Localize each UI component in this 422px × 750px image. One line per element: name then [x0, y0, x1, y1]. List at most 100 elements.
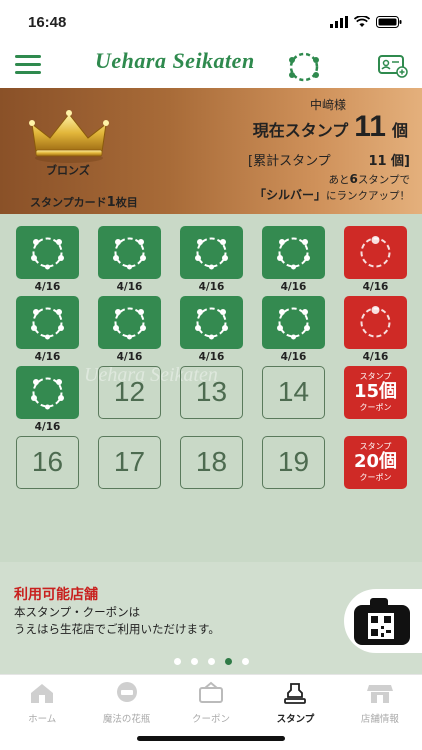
wifi-icon	[354, 16, 370, 27]
home-indicator	[137, 736, 285, 741]
vase-icon	[84, 681, 168, 709]
stamp-filled	[262, 296, 325, 349]
stamp-slot-number: 14	[277, 376, 310, 407]
tab-house[interactable]: ホーム	[0, 675, 84, 750]
stamp-filled	[180, 296, 243, 349]
stamp-date: 4/16	[362, 351, 389, 363]
current-stamps-label: 現在スタンプ	[252, 121, 349, 140]
wreath-stamp-icon	[113, 237, 146, 270]
wreath-stamp-icon	[31, 307, 64, 340]
coupon-slot[interactable]: スタンプ 20個 クーポン	[344, 436, 407, 489]
total-stamps-value: 11 個]	[368, 154, 410, 169]
stamp-slot-number: 16	[31, 446, 64, 477]
rank-label: ブロンズ	[46, 164, 90, 177]
stamp-date: 4/16	[116, 281, 143, 293]
wreath-stamp-icon	[277, 307, 310, 340]
stamp-filled	[180, 226, 243, 279]
available-stores-text: 本スタンプ・クーポンは うえはら生花店でご利用いただけます。	[14, 605, 220, 636]
stamp-date: 4/16	[34, 421, 61, 433]
qr-camera-icon	[354, 598, 410, 645]
member-card-icon[interactable]	[378, 54, 408, 78]
stamp-slot-empty: 14	[262, 366, 325, 419]
stamp-date: 4/16	[280, 281, 307, 293]
stamp-slot-empty: 19	[262, 436, 325, 489]
page-dot[interactable]	[207, 658, 215, 665]
coupon-slot[interactable]: スタンプ 15個 クーポン	[344, 366, 407, 419]
stamp-filled	[98, 296, 161, 349]
page-dot[interactable]	[190, 658, 198, 665]
stamp-slot-number: 12	[113, 376, 146, 407]
stamp-filled-milestone	[344, 226, 407, 279]
stamp-slot-empty: 13	[180, 366, 243, 419]
stamp-filled	[16, 226, 79, 279]
wreath-stamp-icon	[31, 237, 64, 270]
coupon-value: 20個	[353, 451, 398, 472]
tab-label: ホーム	[28, 714, 57, 725]
stamp-slot-empty: 12	[98, 366, 161, 419]
status-bar: 16:48	[0, 0, 422, 46]
house-icon	[0, 681, 84, 709]
coupon-bottom-label: クーポン	[359, 403, 392, 412]
total-stamps-label: [累計スタンプ	[248, 154, 331, 169]
stamp-slot-empty: 18	[180, 436, 243, 489]
stamp-date: 4/16	[34, 351, 61, 363]
tab-label: 店舗情報	[360, 714, 399, 725]
stamp-date: 4/16	[280, 351, 307, 363]
stamp-card-number: スタンプカード1枚目	[30, 195, 138, 210]
battery-icon	[376, 16, 402, 28]
status-time: 16:48	[28, 14, 67, 31]
stamp-filled	[16, 296, 79, 349]
total-stamps: [累計スタンプ 11 個]	[248, 150, 410, 169]
stamp-filled	[16, 366, 79, 419]
coupon-icon	[169, 681, 253, 709]
stamp-icon	[253, 681, 337, 709]
wreath-stamp-icon	[277, 237, 310, 270]
stamp-filled	[262, 226, 325, 279]
signal-icon	[330, 16, 348, 28]
page-dot[interactable]	[224, 658, 232, 665]
flower-stamp-icon	[360, 236, 391, 268]
app-logo: Uehara Seikaten	[95, 48, 255, 73]
menu-button[interactable]	[15, 55, 41, 75]
wreath-stamp-icon	[195, 237, 228, 270]
page-indicator[interactable]	[0, 658, 422, 665]
stamp-slot-empty: 16	[16, 436, 79, 489]
stamp-card: Uehara Seikaten 4/16 4/16 4/16 4/16 4/16 4/16…	[0, 214, 422, 674]
stamp-date: 4/16	[198, 281, 225, 293]
flower-stamp-icon	[360, 306, 391, 338]
wreath-logo-icon	[289, 52, 319, 82]
crown-icon	[29, 110, 109, 163]
qr-camera-button[interactable]	[344, 589, 422, 653]
coupon-bottom-label: クーポン	[359, 473, 392, 482]
stamp-date: 4/16	[198, 351, 225, 363]
status-icons	[330, 16, 402, 28]
stamp-slot-number: 19	[277, 446, 310, 477]
stamp-date: 4/16	[362, 281, 389, 293]
stamp-filled	[98, 226, 161, 279]
current-stamps-unit: 個	[391, 121, 408, 140]
member-rank-banner: ブロンズ スタンプカード1枚目 中﨑様 現在スタンプ 11 個 [累計スタンプ …	[0, 88, 422, 214]
wreath-stamp-icon	[195, 307, 228, 340]
coupon-value: 15個	[353, 381, 398, 402]
page-dot[interactable]	[241, 658, 249, 665]
rank-up-message: あと6スタンプで 「シルバー」にランクアップ！	[253, 172, 410, 202]
current-stamps-count: 11	[354, 110, 386, 143]
stamp-slot-number: 17	[113, 446, 146, 477]
stamp-date: 4/16	[34, 281, 61, 293]
page-dot[interactable]	[173, 658, 181, 665]
stamp-filled-milestone	[344, 296, 407, 349]
wreath-stamp-icon	[113, 307, 146, 340]
stamp-slot-number: 13	[195, 376, 228, 407]
tab-store[interactable]: 店舗情報	[338, 675, 422, 750]
tab-label: クーポン	[192, 714, 231, 725]
current-stamps: 現在スタンプ 11 個	[253, 110, 408, 144]
store-icon	[338, 681, 422, 709]
stamp-date: 4/16	[116, 351, 143, 363]
wreath-stamp-icon	[31, 377, 64, 410]
available-stores-title: 利用可能店舗	[14, 587, 98, 603]
tab-label: 魔法の花瓶	[102, 714, 151, 725]
stamp-slot-number: 18	[195, 446, 228, 477]
tab-label: スタンプ	[276, 714, 315, 725]
stamp-slot-empty: 17	[98, 436, 161, 489]
app-header: Uehara Seikaten	[0, 46, 422, 88]
